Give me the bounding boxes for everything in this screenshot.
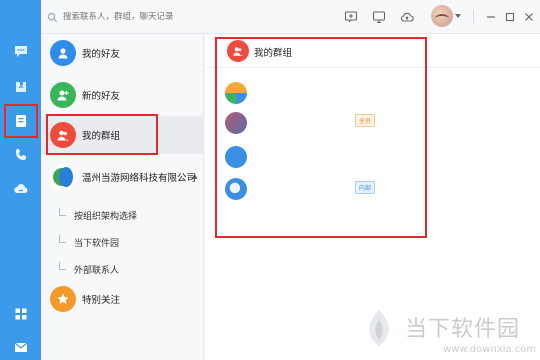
tree-branch-icon: [59, 208, 66, 216]
person-icon: [50, 40, 76, 66]
divider: [473, 10, 474, 24]
list-item-label: 新的好友: [82, 91, 121, 102]
maximize-button[interactable]: [503, 10, 517, 24]
sub-item-external-contacts[interactable]: 外部联系人: [41, 256, 204, 282]
maximize-icon: [505, 12, 515, 22]
contacts-nav-highlight-box: [4, 104, 38, 138]
watermark: 当下软件园 www.downxia.com: [355, 308, 540, 360]
nav-mail-button[interactable]: [0, 330, 41, 360]
minimize-button[interactable]: [484, 10, 498, 24]
nav-cloud-button[interactable]: [0, 172, 41, 206]
search-input[interactable]: [62, 12, 222, 22]
app-window: 我的好友 新的好友 我的群组 温州当游网络科技有限公司 按组织架构选择 当下软件…: [0, 0, 540, 360]
tree-branch-icon: [59, 262, 66, 270]
nav-apps-button[interactable]: [0, 70, 41, 104]
sub-item-label: 当下软件园: [74, 239, 120, 249]
list-item-label: 特别关注: [82, 295, 121, 306]
new-chat-button[interactable]: [343, 9, 359, 25]
watermark-url: www.downxia.com: [443, 344, 537, 355]
sub-item-downxia-park[interactable]: 当下软件园: [41, 229, 204, 255]
puzzle-icon: [15, 82, 26, 92]
org-logo: [50, 164, 76, 190]
top-bar: [41, 0, 540, 34]
list-item-label: 我的好友: [82, 49, 121, 60]
cloud-icon: [13, 184, 27, 194]
list-item-special-follow[interactable]: 特别关注: [41, 280, 204, 318]
org-name: 温州当游网络科技有限公司: [82, 173, 197, 184]
list-item-new-friends[interactable]: 新的好友: [41, 76, 204, 114]
contacts-category-list: 我的好友 新的好友 我的群组 温州当游网络科技有限公司 按组织架构选择 当下软件…: [41, 34, 204, 360]
logo-icon: [369, 310, 389, 346]
left-nav-rail: [0, 0, 41, 360]
sub-item-label: 按组织架构选择: [74, 212, 138, 222]
tree-branch-icon: [59, 235, 66, 243]
search-icon: [47, 12, 58, 22]
close-button[interactable]: [522, 10, 536, 24]
grid-icon: [15, 308, 26, 320]
cloud-upload-icon: [400, 12, 414, 22]
monitor-icon: [372, 11, 386, 24]
user-avatar[interactable]: [431, 5, 453, 27]
star-icon: [50, 286, 76, 312]
my-groups-highlight-box: [46, 114, 158, 155]
nav-messages-button[interactable]: [0, 34, 41, 68]
minimize-icon: [487, 16, 495, 18]
phone-icon: [15, 149, 26, 160]
sub-item-label: 外部联系人: [74, 266, 120, 276]
chevron-down-icon[interactable]: [455, 14, 461, 18]
nav-calls-button[interactable]: [0, 138, 41, 172]
close-icon: [525, 13, 533, 21]
screen-share-button[interactable]: [371, 9, 387, 25]
cloud-upload-button[interactable]: [399, 9, 415, 25]
mail-icon: [14, 342, 27, 352]
sub-item-org-structure[interactable]: 按组织架构选择: [41, 202, 204, 228]
groups-highlight-box: [215, 37, 427, 238]
chat-icon: [14, 46, 27, 57]
nav-workbench-button[interactable]: [0, 297, 41, 331]
list-item-my-friends[interactable]: 我的好友: [41, 34, 204, 72]
search-box: [47, 7, 222, 27]
org-tree-node[interactable]: 温州当游网络科技有限公司: [41, 158, 204, 196]
add-person-icon: [50, 82, 76, 108]
chevron-up-icon[interactable]: ▲: [192, 172, 197, 180]
chat-plus-icon: [344, 11, 358, 23]
watermark-text: 当下软件园: [405, 317, 521, 342]
